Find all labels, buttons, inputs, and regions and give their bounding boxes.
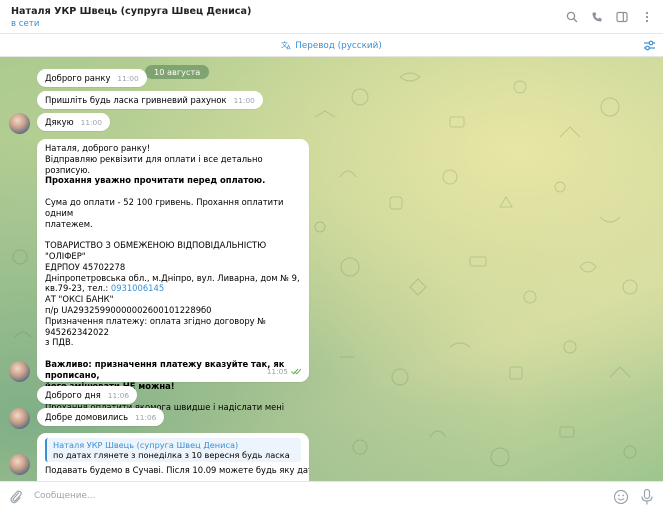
microphone-icon[interactable] — [639, 488, 655, 506]
online-status: в сети — [11, 19, 40, 29]
message-time: 11:06 — [107, 391, 130, 400]
message-time: 11:00 — [117, 74, 139, 83]
avatar[interactable] — [9, 113, 30, 134]
message-line: кв.79-23, тел.: 0931006145 — [45, 283, 301, 294]
message-bubble[interactable]: Доброго ранку 11:00 — [37, 69, 147, 87]
message-line: Відправляю реквізити для оплати і все де… — [45, 153, 263, 175]
message-line: АТ "ОКСІ БАНК" — [45, 294, 114, 305]
more-icon[interactable] — [639, 9, 655, 25]
message-text: Подавать будемо в Сучаві. Після 10.09 мо… — [45, 465, 309, 475]
filter-icon[interactable] — [642, 38, 657, 53]
chat-title[interactable]: Наталя УКР Швець (супруга Швец Дениса) — [11, 6, 251, 17]
avatar[interactable] — [9, 361, 30, 382]
message-text: Дякую — [45, 117, 74, 127]
header-actions — [564, 9, 655, 25]
attach-icon[interactable] — [9, 489, 23, 505]
message-line: платежем. — [45, 218, 93, 229]
message-input[interactable]: Сообщение... — [34, 491, 95, 501]
message-text: Пришліть будь ласка гривневий рахунок — [45, 95, 227, 105]
phone-link[interactable]: 0931006145 — [111, 283, 164, 293]
reply-quote-text: по датах глянете з понеділка з 10 вересн… — [53, 450, 290, 460]
avatar[interactable] — [9, 408, 30, 429]
message-time: 11:06 — [135, 413, 157, 422]
message-line: Сума до оплати - 52 100 гривень. Проханн… — [45, 196, 284, 218]
message-bubble[interactable]: Пришліть будь ласка гривневий рахунок 11:… — [37, 91, 263, 109]
message-time: 11:00 — [233, 96, 255, 105]
translate-button[interactable]: 文A Перевод (русский) — [0, 40, 663, 53]
message-bubble-long[interactable]: Наталя, доброго ранку! Відправляю реквіз… — [37, 139, 309, 423]
message-line-bold: Важливо: призначення платежу вказуйте та… — [45, 358, 285, 380]
sidebar-icon[interactable] — [614, 9, 630, 25]
message-bubble[interactable]: Дякую 11:00 — [37, 113, 110, 131]
date-separator: 10 августа — [145, 65, 210, 79]
message-time: 11:00 — [80, 118, 102, 127]
message-line: ТОВАРИСТВО З ОБМЕЖЕНОЮ ВІДПОВІДАЛЬНІСТЮ … — [45, 240, 267, 261]
message-line: п/р UA293259900000026001012289б0 — [45, 304, 212, 315]
message-line: Наталя, доброго ранку! — [45, 143, 151, 153]
chat-header: Наталя УКР Швець (супруга Швец Дениса) в… — [0, 0, 663, 34]
reply-message-bubble[interactable]: Наталя УКР Швець (супруга Швец Дениса) п… — [37, 433, 309, 481]
message-line: ЕДРПОУ 45702278 — [45, 261, 126, 272]
message-line-bold: Прохання уважно прочитати перед оплатою. — [45, 175, 266, 186]
message-bubble[interactable]: Добре домовились 11:06 — [37, 408, 165, 426]
reply-author: Наталя УКР Швець (супруга Швец Дениса) — [53, 440, 239, 450]
message-text: кв.79-23, тел.: — [45, 283, 109, 294]
message-time: 11:05 — [267, 367, 302, 379]
message-bubble[interactable]: Доброго дня 11:06 — [37, 386, 138, 404]
search-icon[interactable] — [564, 9, 580, 25]
message-line: Призначення платежу: оплата згідно догов… — [45, 315, 266, 337]
emoji-icon[interactable] — [613, 489, 629, 505]
reply-quote[interactable]: Наталя УКР Швець (супруга Швец Дениса) п… — [45, 438, 301, 462]
chat-area[interactable]: 10 августа Доброго ранку 11:00 Пришліть б… — [0, 57, 663, 481]
phone-icon[interactable] — [589, 9, 605, 25]
message-text: Добре домовились — [45, 412, 129, 422]
message-line: Дніпропетровська обл., м.Дніпро, вул. Ли… — [45, 272, 300, 283]
translate-label: Перевод (русский) — [295, 41, 382, 51]
message-text: Доброго ранку — [45, 73, 111, 83]
avatar[interactable] — [9, 454, 30, 475]
message-text: Доброго дня — [45, 390, 101, 400]
svg-text:A: A — [287, 45, 292, 51]
translate-bar: 文A Перевод (русский) — [0, 35, 663, 57]
translate-icon: 文A — [281, 40, 292, 53]
message-input-bar: Сообщение... — [0, 481, 663, 512]
message-line: з ПДВ. — [45, 337, 74, 348]
double-check-icon — [291, 368, 302, 379]
